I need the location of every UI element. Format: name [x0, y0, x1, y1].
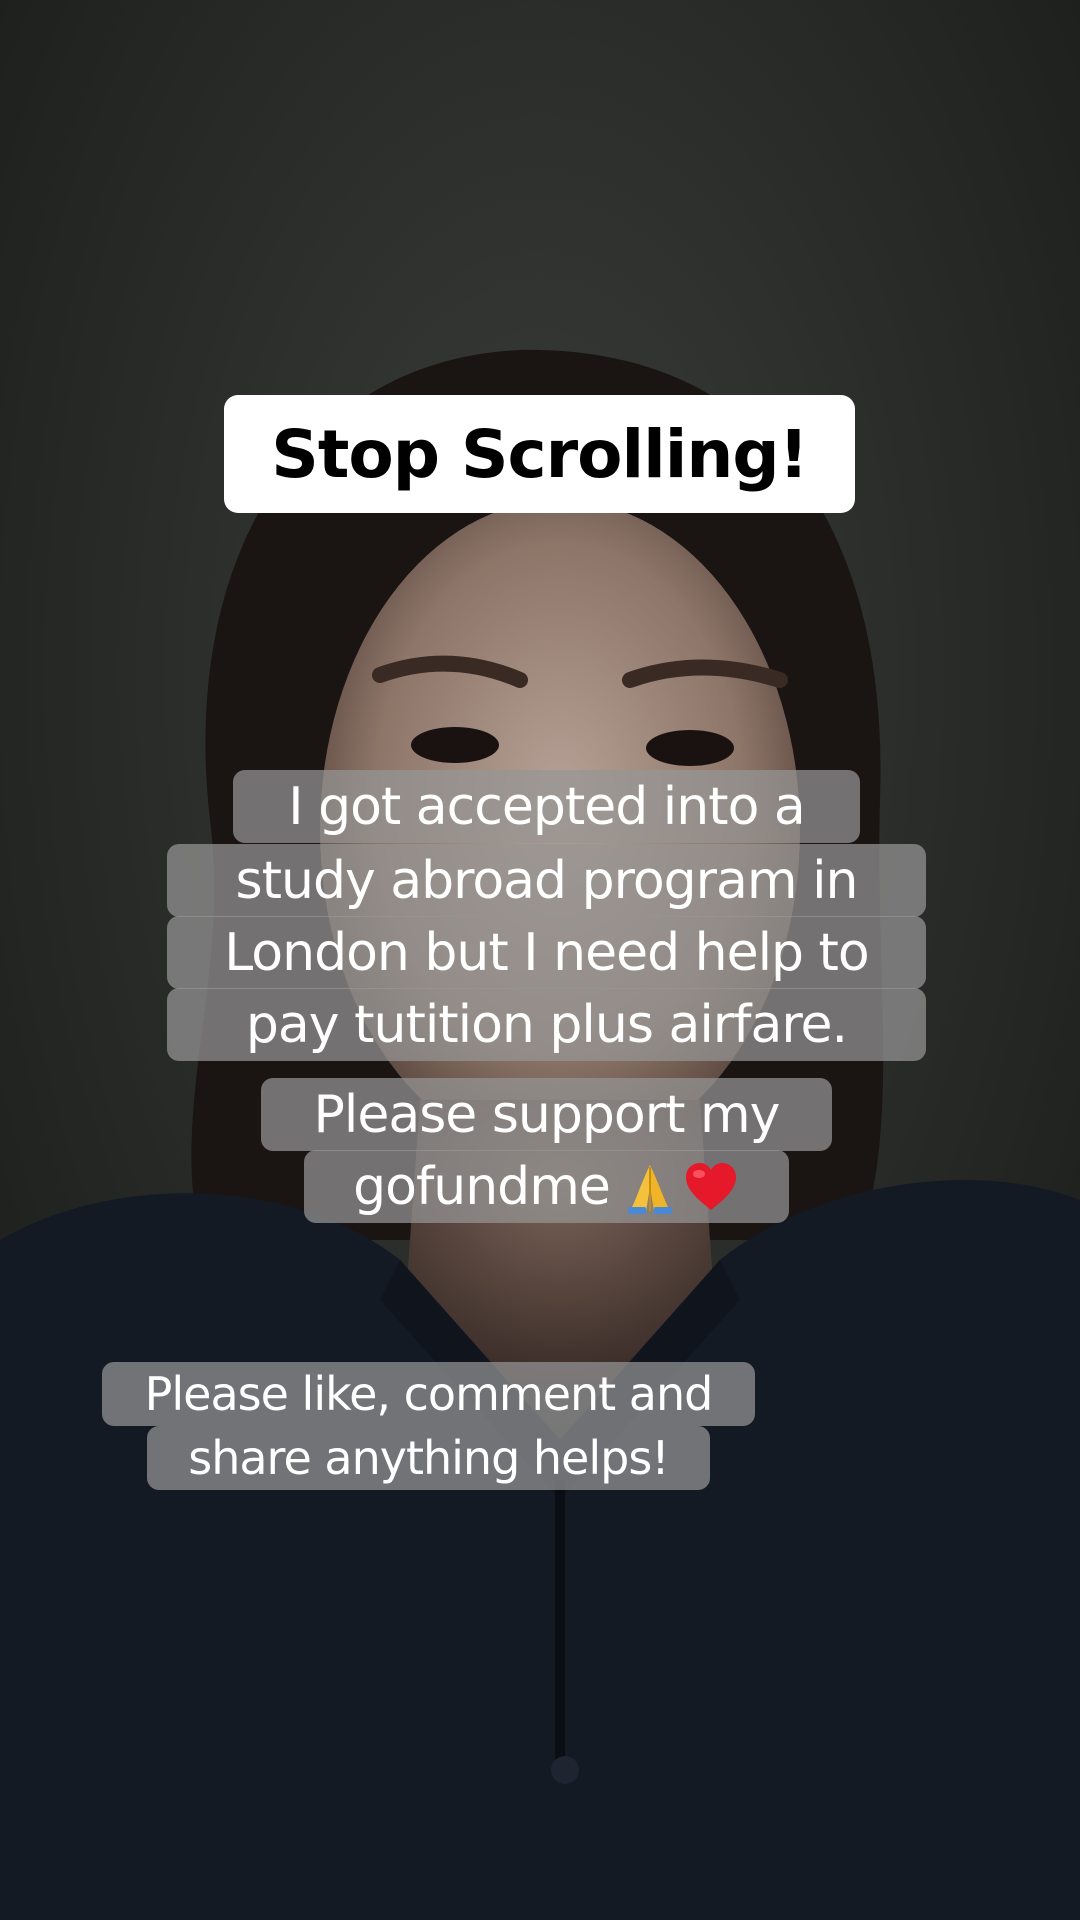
- title-sticker-text: Stop Scrolling!: [271, 415, 808, 493]
- caption-line: Please support my: [261, 1078, 832, 1151]
- red-heart-icon: [685, 1162, 736, 1210]
- caption-line: I got accepted into a: [233, 770, 860, 843]
- caption-line: London but I need help to: [167, 916, 926, 989]
- secondary-caption-line: share anything helps!: [147, 1426, 710, 1490]
- secondary-caption-line-text: Please like, comment and: [144, 1367, 714, 1421]
- caption-line-text: Please support my: [313, 1084, 781, 1145]
- caption-line-text: study abroad program in: [235, 850, 859, 911]
- secondary-caption-line: Please like, comment and: [102, 1362, 755, 1426]
- caption-line-text: pay tutition plus airfare.: [245, 994, 848, 1055]
- title-sticker: Stop Scrolling!: [224, 395, 855, 513]
- caption-line-text: I got accepted into a: [288, 776, 806, 837]
- video-frame: Stop Scrolling! I got accepted into a st…: [0, 0, 1080, 1920]
- folded-hands-icon: [627, 1164, 672, 1214]
- caption-line: gofundme: [304, 1150, 789, 1223]
- caption-line: study abroad program in: [167, 844, 926, 917]
- caption-line-text: gofundme: [353, 1156, 611, 1217]
- secondary-caption-line-text: share anything helps!: [188, 1431, 669, 1485]
- caption-line: pay tutition plus airfare.: [167, 988, 926, 1061]
- caption-line-text: London but I need help to: [224, 922, 869, 983]
